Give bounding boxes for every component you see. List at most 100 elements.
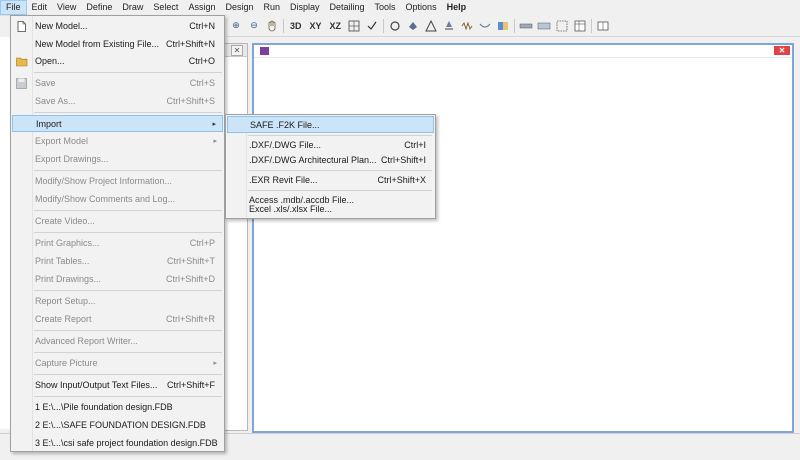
show-io-text-files-item[interactable]: Show Input/Output Text Files... Ctrl+Shi… — [12, 377, 223, 394]
menu-separator — [34, 170, 222, 171]
menu-separator — [34, 112, 222, 113]
toolbar-separator — [283, 18, 284, 33]
print-drawings-label: Print Drawings... — [35, 274, 102, 284]
import-exr-revit-label: .EXR Revit File... — [249, 175, 318, 185]
import-safe-f2k-item[interactable]: SAFE .F2K File... — [227, 116, 434, 133]
advanced-report-writer-item[interactable]: Advanced Report Writer... — [12, 333, 223, 350]
create-report-shortcut: Ctrl+Shift+R — [165, 314, 215, 324]
modify-project-info-label: Modify/Show Project Information... — [35, 176, 173, 186]
capture-picture-item[interactable]: Capture Picture ▸ — [12, 355, 223, 372]
advanced-report-writer-label: Advanced Report Writer... — [35, 336, 138, 346]
new-from-existing-label: New Model from Existing File... — [35, 39, 160, 49]
menu-separator — [248, 190, 432, 191]
support-icon[interactable] — [442, 19, 456, 33]
print-drawings-shortcut: Ctrl+Shift+D — [165, 274, 215, 284]
open-shortcut: Ctrl+O — [188, 56, 215, 66]
check-icon[interactable] — [365, 19, 379, 33]
circle-icon[interactable] — [388, 19, 402, 33]
print-drawings-item[interactable]: Print Drawings... Ctrl+Shift+D — [12, 271, 223, 288]
export-model-item[interactable]: Export Model ▸ — [12, 133, 223, 150]
panel-close-icon[interactable]: ✕ — [231, 45, 243, 56]
spring-icon[interactable] — [460, 19, 474, 33]
menu-run[interactable]: Run — [258, 0, 285, 15]
import-excel-label: Excel .xls/.xlsx File... — [249, 204, 333, 214]
save-item[interactable]: Save Ctrl+S — [12, 75, 223, 92]
rotate-icon[interactable] — [406, 19, 420, 33]
menu-bar: File Edit View Define Draw Select Assign… — [0, 0, 800, 16]
recent-file-2-label: 2 E:\...\SAFE FOUNDATION DESIGN.FDB — [35, 420, 206, 430]
grid-icon[interactable] — [347, 19, 361, 33]
create-video-item[interactable]: Create Video... — [12, 213, 223, 230]
recent-file-3[interactable]: 3 E:\...\csi safe project foundation des… — [12, 435, 223, 452]
submenu-arrow-icon: ▸ — [213, 138, 217, 145]
modify-comments-label: Modify/Show Comments and Log... — [35, 194, 176, 204]
menu-separator — [34, 374, 222, 375]
menu-tools[interactable]: Tools — [370, 0, 401, 15]
print-tables-shortcut: Ctrl+Shift+T — [166, 256, 215, 266]
menu-view[interactable]: View — [52, 0, 81, 15]
menu-edit[interactable]: Edit — [27, 0, 53, 15]
import-submenu: SAFE .F2K File... .DXF/.DWG File... Ctrl… — [225, 114, 436, 219]
new-model-shortcut: Ctrl+N — [189, 21, 215, 31]
save-as-label: Save As... — [35, 96, 76, 106]
triangle-icon[interactable] — [424, 19, 438, 33]
view-3d-button[interactable]: 3D — [288, 19, 304, 33]
menu-separator — [248, 170, 432, 171]
window-close-icon[interactable]: ✕ — [774, 46, 790, 55]
menu-assign[interactable]: Assign — [183, 0, 220, 15]
menu-separator — [34, 352, 222, 353]
open-item[interactable]: Open... Ctrl+O — [12, 53, 223, 70]
view-xy-button[interactable]: XY — [308, 19, 324, 33]
report-setup-item[interactable]: Report Setup... — [12, 293, 223, 310]
create-report-item[interactable]: Create Report Ctrl+Shift+R — [12, 311, 223, 328]
menu-define[interactable]: Define — [81, 0, 117, 15]
export-drawings-item[interactable]: Export Drawings... — [12, 151, 223, 168]
modify-project-info-item[interactable]: Modify/Show Project Information... — [12, 173, 223, 190]
menu-design[interactable]: Design — [220, 0, 258, 15]
save-shortcut: Ctrl+S — [189, 78, 215, 88]
print-graphics-label: Print Graphics... — [35, 238, 100, 248]
menu-separator — [248, 135, 432, 136]
file-menu-dropdown: New Model... Ctrl+N New Model from Exist… — [10, 15, 225, 452]
beam-icon[interactable] — [519, 19, 533, 33]
toolbar-separator — [383, 18, 385, 33]
view-window-titlebar: ✕ — [254, 45, 792, 56]
show-io-text-label: Show Input/Output Text Files... — [35, 380, 158, 390]
print-graphics-shortcut: Ctrl+P — [189, 238, 215, 248]
submenu-arrow-icon: ▸ — [212, 121, 216, 128]
menu-separator — [34, 232, 222, 233]
mesh-icon[interactable] — [555, 19, 569, 33]
recent-file-1[interactable]: 1 E:\...\Pile foundation design.FDB — [12, 399, 223, 416]
hand-pan-icon[interactable] — [265, 19, 279, 33]
book-icon[interactable] — [596, 19, 610, 33]
table-icon[interactable] — [573, 19, 587, 33]
zoom-in-icon[interactable]: ⊕ — [229, 19, 243, 33]
import-dxf-dwg-arch-item[interactable]: .DXF/.DWG Architectural Plan... Ctrl+Shi… — [227, 152, 434, 169]
deformed-shape-icon[interactable] — [478, 19, 492, 33]
create-video-label: Create Video... — [35, 216, 95, 226]
recent-file-2[interactable]: 2 E:\...\SAFE FOUNDATION DESIGN.FDB — [12, 417, 223, 434]
print-tables-item[interactable]: Print Tables... Ctrl+Shift+T — [12, 253, 223, 270]
menu-display[interactable]: Display — [285, 0, 325, 15]
import-exr-revit-item[interactable]: .EXR Revit File... Ctrl+Shift+X — [227, 172, 434, 189]
recent-file-3-label: 3 E:\...\csi safe project foundation des… — [35, 438, 218, 448]
print-graphics-item[interactable]: Print Graphics... Ctrl+P — [12, 235, 223, 252]
create-report-label: Create Report — [35, 314, 92, 324]
slab-icon[interactable] — [537, 19, 551, 33]
zoom-out-icon[interactable]: ⊖ — [247, 19, 261, 33]
import-excel-item[interactable]: Excel .xls/.xlsx File... — [227, 202, 434, 217]
save-as-item[interactable]: Save As... Ctrl+Shift+S — [12, 93, 223, 110]
color-palette-icon[interactable] — [496, 19, 510, 33]
import-item[interactable]: Import ▸ — [12, 115, 223, 132]
menu-detailing[interactable]: Detailing — [325, 0, 370, 15]
view-xz-button[interactable]: XZ — [328, 19, 344, 33]
menu-file[interactable]: File — [0, 0, 27, 15]
menu-draw[interactable]: Draw — [117, 0, 148, 15]
menu-help[interactable]: Help — [442, 0, 472, 15]
modify-comments-item[interactable]: Modify/Show Comments and Log... — [12, 191, 223, 208]
new-model-from-existing-item[interactable]: New Model from Existing File... Ctrl+Shi… — [12, 36, 223, 53]
menu-options[interactable]: Options — [401, 0, 442, 15]
save-as-shortcut: Ctrl+Shift+S — [166, 96, 215, 106]
new-model-item[interactable]: New Model... Ctrl+N — [12, 18, 223, 35]
menu-select[interactable]: Select — [148, 0, 183, 15]
